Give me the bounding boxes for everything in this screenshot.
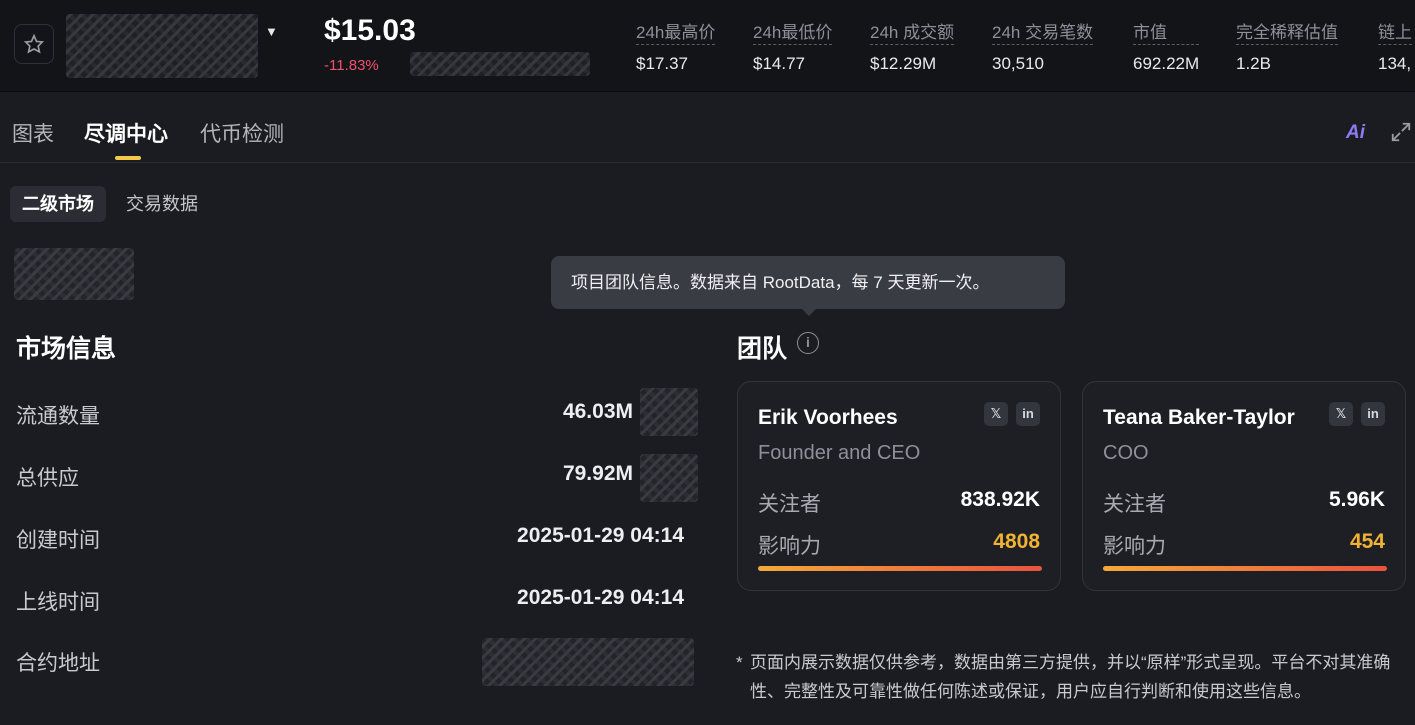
- linkedin-icon[interactable]: in: [1016, 402, 1040, 426]
- x-twitter-icon[interactable]: 𝕏: [984, 402, 1008, 426]
- circulating-supply-value: 46.03M: [562, 400, 633, 423]
- followers-label: 关注者: [1103, 493, 1166, 516]
- active-tab-indicator: [115, 156, 141, 160]
- stat-label: 市值: [1133, 18, 1200, 45]
- created-time-label: 创建时间: [16, 529, 100, 552]
- tab-due-diligence[interactable]: 尽调中心: [84, 118, 168, 148]
- stat-value: 692.22M: [1133, 54, 1200, 73]
- disclaimer-text: 页面内展示数据仅供参考，数据由第三方提供，并以“原样”形式呈现。平台不对其准确性…: [750, 653, 1391, 701]
- influence-value: 4808: [993, 530, 1040, 553]
- influence-label: 影响力: [1103, 535, 1166, 558]
- stat-label: 链上: [1378, 18, 1412, 45]
- favorite-button[interactable]: [14, 24, 54, 64]
- star-icon: [24, 34, 44, 54]
- circulating-supply-label: 流通数量: [16, 405, 100, 428]
- subtab-trading-data[interactable]: 交易数据: [114, 186, 210, 222]
- stat-value: 1.2B: [1236, 54, 1271, 73]
- stat-label: 24h 成交额: [870, 18, 955, 45]
- team-info-tooltip: 项目团队信息。数据来自 RootData，每 7 天更新一次。: [551, 256, 1065, 309]
- team-member-card[interactable]: Teana Baker-Taylor 𝕏 in COO 关注者 5.96K 影响…: [1082, 381, 1406, 591]
- member-role: Founder and CEO: [758, 442, 921, 464]
- stat-fdv: 完全稀释估值 1.2B: [1236, 18, 1338, 74]
- stat-label: 24h最高价: [636, 18, 716, 45]
- stat-high: 24h最高价 $17.37: [636, 18, 716, 74]
- chevron-down-icon[interactable]: ▼: [265, 24, 278, 39]
- influence-value: 454: [1349, 530, 1385, 553]
- contract-address-label: 合约地址: [16, 652, 100, 675]
- total-supply-value: 79.92M: [562, 462, 633, 485]
- created-time-value: 2025-01-29 04:14: [517, 524, 684, 547]
- tooltip-arrow: [801, 308, 817, 316]
- stat-value: $17.37: [636, 54, 688, 73]
- stat-label: 24h最低价: [753, 18, 833, 45]
- contract-address-redacted[interactable]: [482, 638, 694, 686]
- stat-trades: 24h 交易笔数 30,510: [992, 18, 1094, 74]
- influence-bar: [758, 566, 1042, 571]
- stat-value: 30,510: [992, 54, 1044, 73]
- influence-bar: [1103, 566, 1387, 571]
- member-role: COO: [1103, 442, 1149, 464]
- stat-market-cap: 市值 692.22M: [1133, 18, 1200, 74]
- stat-value: $12.29M: [870, 54, 937, 73]
- market-info-title: 市场信息: [16, 335, 117, 363]
- team-member-card[interactable]: Erik Voorhees 𝕏 in Founder and CEO 关注者 8…: [737, 381, 1061, 591]
- tab-token-check[interactable]: 代币检测: [200, 118, 284, 148]
- subtab-secondary-market[interactable]: 二级市场: [10, 186, 106, 222]
- ai-icon[interactable]: Ai: [1346, 122, 1365, 144]
- influence-label: 影响力: [758, 535, 821, 558]
- price-change: -11.83%: [324, 57, 379, 74]
- stat-low: 24h最低价 $14.77: [753, 18, 833, 74]
- listed-time-label: 上线时间: [16, 591, 100, 614]
- followers-value: 838.92K: [960, 488, 1040, 511]
- member-name: Teana Baker-Taylor: [1103, 406, 1295, 429]
- tab-chart[interactable]: 图表: [12, 118, 54, 148]
- token-name-redacted: [66, 14, 258, 78]
- stat-onchain: 链上 134,: [1378, 18, 1412, 74]
- main-tabs: 图表 尽调中心 代币检测: [0, 96, 1415, 163]
- stat-value: 134,: [1378, 54, 1412, 73]
- token-logo-redacted: [14, 248, 134, 300]
- total-supply-label: 总供应: [16, 467, 79, 490]
- stat-volume: 24h 成交额 $12.29M: [870, 18, 955, 74]
- team-title: 团队: [737, 335, 788, 363]
- followers-label: 关注者: [758, 493, 821, 516]
- disclaimer: * 页面内展示数据仅供参考，数据由第三方提供，并以“原样”形式呈现。平台不对其准…: [736, 648, 1396, 706]
- market-header: ▼ $15.03 -11.83% 24h最高价 $17.37 24h最低价 $1…: [0, 0, 1415, 92]
- followers-value: 5.96K: [1328, 488, 1385, 511]
- redacted-icon: [640, 388, 698, 436]
- price-subtext-redacted: [410, 52, 590, 76]
- stat-label: 24h 交易笔数: [992, 18, 1094, 45]
- linkedin-icon[interactable]: in: [1361, 402, 1385, 426]
- redacted-icon: [640, 454, 698, 502]
- expand-icon[interactable]: [1390, 121, 1412, 148]
- stat-value: $14.77: [753, 54, 805, 73]
- member-name: Erik Voorhees: [758, 406, 898, 429]
- info-icon[interactable]: i: [797, 332, 819, 354]
- asterisk: *: [736, 653, 743, 672]
- x-twitter-icon[interactable]: 𝕏: [1329, 402, 1353, 426]
- stat-label: 完全稀释估值: [1236, 18, 1338, 45]
- listed-time-value: 2025-01-29 04:14: [517, 586, 684, 609]
- current-price: $15.03: [324, 14, 416, 47]
